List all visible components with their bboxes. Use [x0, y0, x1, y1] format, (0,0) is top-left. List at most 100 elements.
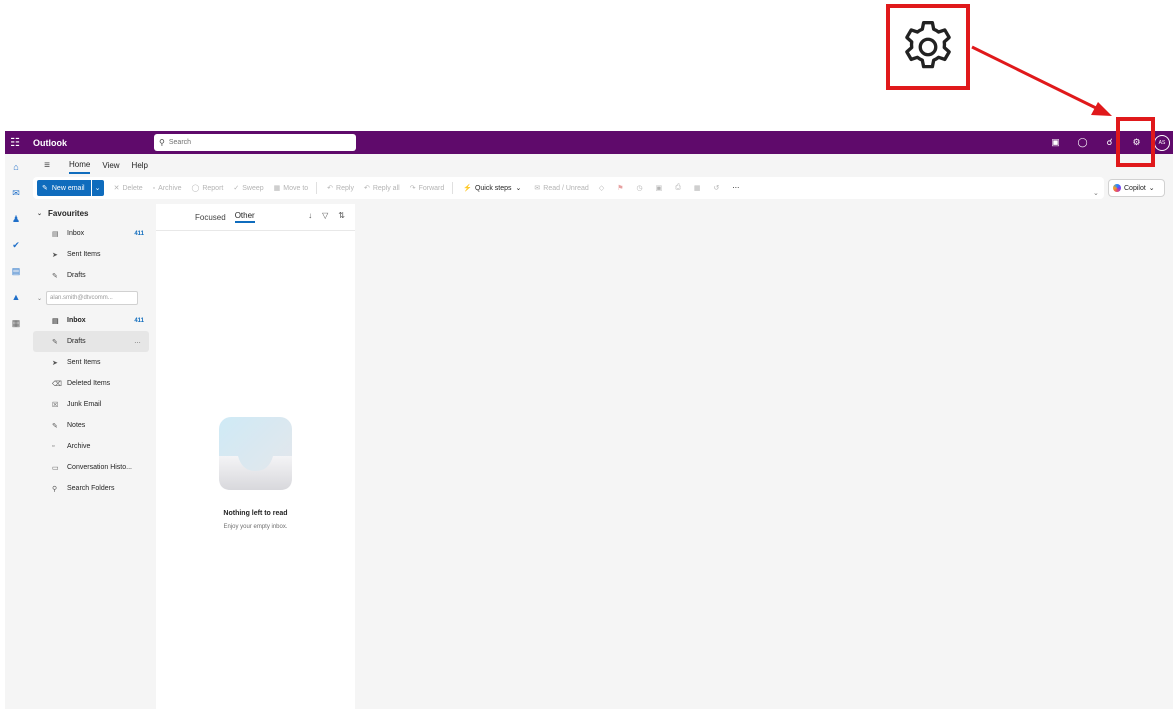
callout-settings-zoom	[886, 4, 970, 90]
undo-button[interactable]: ↺	[713, 184, 722, 192]
apps-icon[interactable]: ▦	[5, 310, 27, 336]
outlook-window: ☷ Outlook ⚲ Search ▣ ◯ ☌ ⚙ AS ⌂ ✉ ♟ ✔ ▤ …	[5, 131, 1173, 709]
reply-button[interactable]: ↶ Reply	[327, 184, 354, 193]
sort-down-icon[interactable]: ↓	[308, 211, 312, 220]
empty-state-subtitle: Enjoy your empty inbox.	[223, 524, 288, 530]
reply-all-button[interactable]: ↶ Reply all	[364, 184, 400, 193]
home-icon[interactable]: ⌂	[5, 154, 27, 180]
folder-junk-email[interactable]: ☒ Junk Email	[27, 394, 155, 415]
tag-button[interactable]: ◇	[599, 184, 607, 192]
folder-search-folders[interactable]: ⚲ Search Folders	[27, 478, 155, 499]
account-header[interactable]: ⌄ alan.smith@dtvcomm...	[27, 290, 155, 306]
ribbon-divider	[452, 182, 454, 194]
folder-conversation-label: Conversation Histo...	[67, 464, 132, 471]
favourite-inbox[interactable]: ▤ Inbox 411	[27, 223, 155, 244]
folder-deleted-items[interactable]: ⌫ Deleted Items	[27, 373, 155, 394]
list-actions: ↓ ▽ ⇅	[298, 211, 345, 220]
reading-pane	[356, 204, 1173, 709]
todo-icon[interactable]: ✔	[5, 232, 27, 258]
more-icon[interactable]: …	[134, 338, 141, 345]
print-button[interactable]: ⎙	[675, 184, 684, 192]
tab-home[interactable]: Home	[69, 157, 91, 174]
sweep-button[interactable]: ✓ Sweep	[233, 184, 264, 193]
delete-button[interactable]: ✕ Delete	[113, 184, 143, 193]
gear-icon	[905, 21, 951, 69]
archive-label: Archive	[158, 184, 182, 192]
folder-sent-label: Sent Items	[67, 359, 101, 366]
read-unread-button[interactable]: ✉ Read / Unread	[534, 184, 589, 193]
filter-icon[interactable]: ▽	[322, 211, 328, 220]
print-icon: ⎙	[675, 184, 681, 191]
empty-inbox-illustration	[219, 417, 292, 490]
feedback-icon[interactable]: ◯	[1069, 131, 1096, 154]
search-input[interactable]: ⚲ Search	[154, 134, 356, 151]
report-button[interactable]: ◯ Report	[192, 184, 224, 193]
quick-steps-button[interactable]: ⚡ Quick steps ⌄	[463, 184, 524, 193]
tab-view[interactable]: View	[102, 158, 119, 173]
folder-icon: ▭	[52, 464, 59, 472]
ribbon-toolbar: ✎ New email ⌄ ✕ Delete ▫ Archive ◯ Report ✓…	[33, 177, 1104, 199]
mail-icon[interactable]: ✉	[5, 180, 27, 206]
calendar-icon[interactable]: ▤	[5, 258, 27, 284]
new-email-dropdown[interactable]: ⌄	[91, 180, 104, 196]
sort-icon[interactable]: ⇅	[338, 211, 345, 220]
favourites-header[interactable]: ⌄ Favourites	[27, 203, 155, 223]
avatar[interactable]: AS	[1154, 134, 1170, 151]
favourite-drafts[interactable]: ✎ Drafts	[27, 265, 155, 286]
sweep-label: Sweep	[242, 184, 264, 192]
read-unread-label: Read / Unread	[543, 184, 589, 192]
copilot-button[interactable]: Copilot ⌄	[1108, 179, 1165, 197]
org-icon[interactable]: ▲	[5, 284, 27, 310]
broom-icon: ✓	[233, 185, 240, 192]
ribbon-expand-icon[interactable]: ⌄	[1093, 189, 1099, 197]
folder-notes[interactable]: ✎ Notes	[27, 415, 155, 436]
more-options-button[interactable]: ⋯	[732, 184, 742, 192]
copilot-icon	[1113, 184, 1121, 192]
forward-button[interactable]: ↷ Forward	[410, 184, 445, 193]
people-icon[interactable]: ♟	[5, 206, 27, 232]
ribbon-tabs: ≡ Home View Help	[27, 155, 148, 175]
app-launcher-icon[interactable]: ☷	[5, 131, 25, 154]
new-email-button[interactable]: ✎ New email	[37, 180, 91, 196]
reply-label: Reply	[336, 184, 354, 192]
folder-inbox[interactable]: ▤ Inbox 411	[27, 310, 155, 331]
archive-icon: ▫	[52, 443, 55, 450]
junk-icon: ☒	[52, 401, 59, 409]
inbox-tabs: Focused Other ↓ ▽ ⇅	[156, 204, 355, 231]
hamburger-icon[interactable]: ≡	[37, 160, 57, 171]
move-to-label: Move to	[283, 184, 309, 192]
archive-button[interactable]: ▫ Archive	[153, 185, 182, 192]
flag-button[interactable]: ⚑	[617, 184, 626, 192]
forward-label: Forward	[418, 184, 445, 192]
folder-archive[interactable]: ▫ Archive	[27, 436, 155, 457]
tab-focused[interactable]: Focused	[195, 213, 226, 222]
search-icon: ⚲	[159, 138, 165, 147]
folder-inbox-label: Inbox	[67, 317, 86, 324]
layout-button[interactable]: ▦	[694, 184, 704, 192]
note-icon: ✎	[52, 422, 58, 430]
quick-steps-label: Quick steps	[474, 184, 512, 192]
settings-highlight-box	[1116, 117, 1155, 167]
folder-archive-label: Archive	[67, 443, 91, 450]
draft-icon: ✎	[52, 272, 58, 280]
tab-other[interactable]: Other	[234, 211, 255, 223]
favourite-sent-items[interactable]: ➤ Sent Items	[27, 244, 155, 265]
lightning-icon: ⚡	[463, 185, 472, 192]
snooze-button[interactable]: ◷	[637, 184, 646, 192]
folder-pane: ⌄ Favourites ▤ Inbox 411 ➤ Sent Items ✎ …	[27, 203, 155, 709]
folder-conversation-history[interactable]: ▭ Conversation Histo...	[27, 457, 155, 478]
folder-drafts[interactable]: ✎ Drafts …	[33, 331, 149, 352]
app-rail: ⌂ ✉ ♟ ✔ ▤ ▲ ▦	[5, 154, 27, 709]
unread-count: 411	[134, 230, 144, 237]
teams-icon[interactable]: ▣	[1042, 131, 1069, 154]
chevron-down-icon: ⌄	[1148, 185, 1155, 192]
tag-icon: ◇	[598, 185, 605, 192]
rules-button[interactable]: ▣	[656, 184, 666, 192]
clock-icon: ◷	[636, 185, 643, 192]
tab-help[interactable]: Help	[132, 158, 148, 173]
folder-deleted-label: Deleted Items	[67, 380, 111, 387]
move-to-button[interactable]: ▦ Move to	[274, 184, 309, 193]
trash-icon: ✕	[113, 185, 120, 192]
folder-sent-items[interactable]: ➤ Sent Items	[27, 352, 155, 373]
archive-icon: ▫	[152, 184, 156, 192]
